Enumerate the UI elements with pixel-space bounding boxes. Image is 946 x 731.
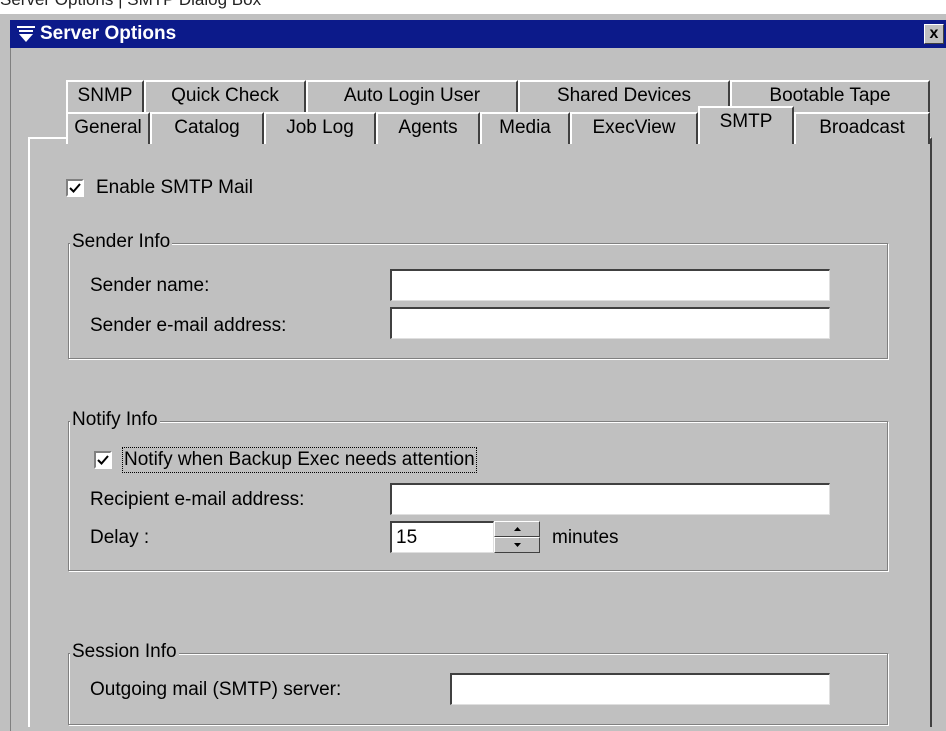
tab-label: Catalog [174,117,240,138]
tab-snmp[interactable]: SNMP [66,80,144,112]
smtp-server-label: Outgoing mail (SMTP) server: [90,679,342,700]
smtp-tab-panel: Enable SMTP Mail Sender Info Sender name… [28,137,932,727]
tab-auto-login-user[interactable]: Auto Login User [306,80,518,112]
checkmark-icon [97,455,109,465]
tab-label: Auto Login User [343,85,481,106]
session-info-legend: Session Info [70,641,179,663]
tab-media[interactable]: Media [480,112,570,144]
spin-up-icon [514,527,521,531]
close-icon: x [929,25,939,42]
window-title: Server Options [40,23,177,44]
tab-label: Bootable Tape [769,85,891,106]
sender-info-legend: Sender Info [70,231,173,253]
recipient-email-input[interactable] [390,483,830,515]
tab-label: SMTP [719,111,773,132]
sender-info-group [68,243,888,359]
recipient-email-label: Recipient e-mail address: [90,489,305,510]
sender-email-input[interactable] [390,307,830,339]
spin-down-icon [514,543,521,547]
close-button[interactable]: x [924,24,944,44]
delay-spinner[interactable] [494,521,540,553]
delay-label: Delay : [90,527,150,548]
notify-attention-checkbox[interactable] [94,451,112,469]
checkmark-icon [69,183,81,193]
spin-up-button[interactable] [494,521,540,537]
tab-smtp[interactable]: SMTP [698,106,794,144]
tab-catalog[interactable]: Catalog [150,112,264,144]
delay-unit-label: minutes [552,527,619,548]
tab-general[interactable]: General [66,112,150,144]
sender-name-label: Sender name: [90,275,210,296]
tab-label: ExecView [592,117,676,138]
tab-label: General [74,117,142,138]
tab-label: Job Log [286,117,354,138]
enable-smtp-checkbox[interactable] [66,179,84,197]
title-bar: Server Options x [10,20,946,48]
notify-attention-label[interactable]: Notify when Backup Exec needs attention [122,447,477,473]
delay-input[interactable] [390,521,494,553]
tab-execview[interactable]: ExecView [570,112,698,144]
tab-label: Broadcast [819,117,905,138]
smtp-server-input[interactable] [450,673,830,705]
tab-label: Agents [398,117,458,138]
tab-label: Quick Check [171,85,279,106]
sender-email-label: Sender e-mail address: [90,315,287,336]
page-caption: Server Options | SMTP Dialog Box [0,0,261,10]
notify-info-legend: Notify Info [70,409,160,431]
spin-down-button[interactable] [494,537,540,553]
tab-broadcast[interactable]: Broadcast [794,112,930,144]
tab-quick-check[interactable]: Quick Check [144,80,306,112]
enable-smtp-label[interactable]: Enable SMTP Mail [96,177,253,199]
window-frame-edge [10,48,11,731]
tab-job-log[interactable]: Job Log [264,112,376,144]
sender-name-input[interactable] [390,269,830,301]
tab-label: SNMP [77,85,133,106]
tab-label: Shared Devices [556,85,692,106]
system-menu-icon[interactable] [16,25,36,43]
tab-agents[interactable]: Agents [376,112,480,144]
tab-label: Media [499,117,551,138]
